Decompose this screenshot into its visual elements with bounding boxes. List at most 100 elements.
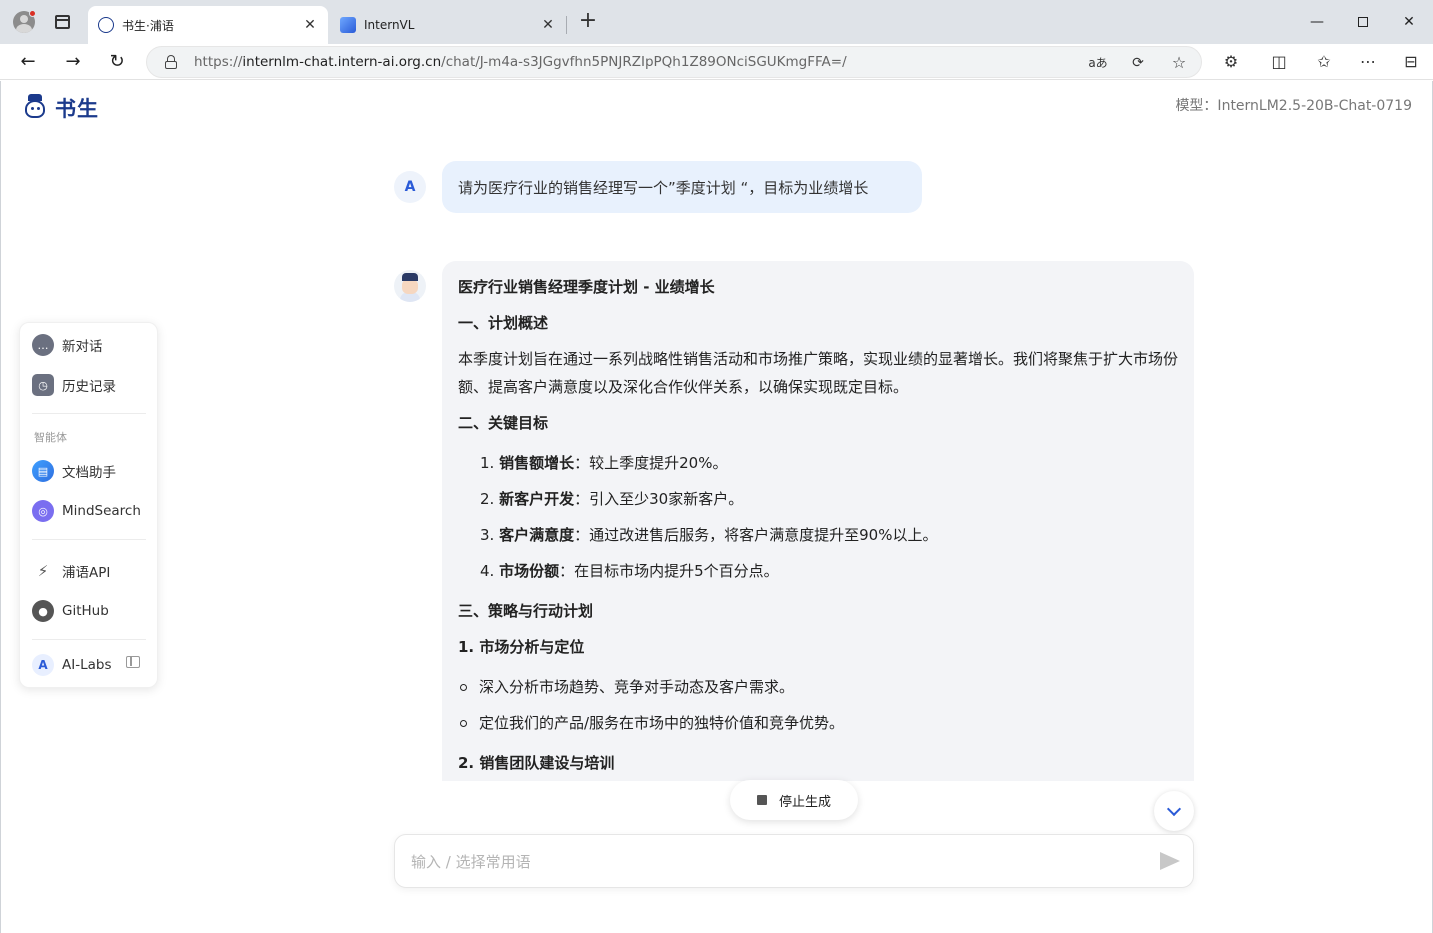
stop-generating-label: 停止生成 [778,794,831,810]
send-icon[interactable] [1160,852,1180,870]
tab-title: 书生·浦语 [122,18,174,33]
reload-icon[interactable]: ↻ [103,48,131,76]
stop-square-icon [756,795,767,805]
chat-input[interactable] [411,849,1131,875]
chat-bubble-icon: … [32,334,54,356]
sidebar-item-github[interactable]: ● GitHub [32,597,152,625]
response-section-heading: 二、关键目标 [458,414,549,432]
sidebar-divider [32,413,146,414]
sidebar-item-label: 新对话 [62,339,103,355]
internvl-favicon-icon [340,17,356,33]
response-paragraph: 本季度计划旨在通过一系列战略性销售活动和市场推广策略，实现业绩的显著增长。我们将… [458,350,1179,396]
goal-bold: 新客户开发 [499,490,575,508]
tab-separator [566,16,567,34]
sidebar-toggle-icon[interactable]: ⊟ [1398,49,1424,75]
goal-number: 4. [480,562,495,580]
goal-list-item: 1. 销售额增长：较上季度提升20%。 [480,451,727,475]
goal-number: 3. [480,526,495,544]
mindsearch-icon: ◎ [32,500,54,522]
window-maximize-icon[interactable] [1340,8,1386,36]
lock-icon[interactable] [165,55,177,69]
back-arrow-icon[interactable]: ← [14,48,42,76]
browser-tab-bar: 书生·浦语 ✕ InternVL ✕ + — ✕ [0,0,1433,44]
logo[interactable]: 书生 [21,93,99,123]
extensions-icon[interactable]: ⚙ [1218,49,1244,75]
sidebar-item-label: GitHub [62,603,109,619]
chat-input-box [394,834,1194,888]
response-title: 医疗行业销售经理季度计划 - 业绩增长 [458,278,715,296]
favorites-icon[interactable]: ✩ [1311,49,1337,75]
tab-internvl[interactable]: InternVL ✕ [330,6,566,44]
scroll-to-bottom-button[interactable] [1154,791,1194,831]
window-close-icon[interactable]: ✕ [1386,8,1432,36]
bullet-list-item: 深入分析市场趋势、竞争对手动态及客户需求。 [460,675,794,699]
goal-list-item: 3. 客户满意度：通过改进售后服务，将客户满意度提升至90%以上。 [480,523,937,547]
response-section-heading: 三、策略与行动计划 [458,602,594,620]
sidebar-item-api[interactable]: ⚡ 浦语API [32,557,152,585]
goal-text: ：引入至少30家新客户。 [574,490,744,508]
sidebar-divider [32,639,146,640]
goal-bold: 销售额增长 [499,454,575,472]
sidebar-item-label: MindSearch [62,503,141,519]
split-screen-icon[interactable]: ◫ [1266,49,1292,75]
goal-list-item: 4. 市场份额：在目标市场内提升5个百分点。 [480,559,779,583]
floating-sidebar: … 新对话 ◷ 历史记录 智能体 ▤ 文档助手 ◎ MindSearch ⚡ 浦… [19,322,158,688]
sidebar-collapse-icon[interactable] [126,656,140,668]
browser-toolbar: ← → ↻ https://internlm-chat.intern-ai.or… [0,44,1433,80]
goal-text: ：在目标市场内提升5个百分点。 [559,562,779,580]
tab-title: InternVL [364,18,415,32]
goal-bold: 市场份额 [499,562,560,580]
plug-icon: ⚡ [37,562,49,580]
response-section-heading: 一、计划概述 [458,314,549,332]
sidebar-item-new-chat[interactable]: … 新对话 [32,331,152,359]
goal-text: ：较上季度提升20%。 [574,454,728,472]
address-bar[interactable]: https://internlm-chat.intern-ai.org.cn/c… [146,46,1202,78]
tab-actions-icon[interactable] [50,10,74,34]
sidebar-item-mindsearch[interactable]: ◎ MindSearch [32,497,152,525]
tab-close-icon[interactable]: ✕ [302,17,318,33]
response-subheading: 2. 销售团队建设与培训 [458,754,615,772]
profile-icon[interactable] [12,10,36,34]
user-message-avatar: A [394,171,426,203]
more-options-icon[interactable]: ⋯ [1355,49,1381,75]
favorite-star-icon[interactable]: ☆ [1168,52,1190,74]
goal-number: 2. [480,490,495,508]
bullet-text: 深入分析市场趋势、竞争对手动态及客户需求。 [479,678,795,696]
read-aloud-icon[interactable]: aあ [1087,52,1109,74]
history-icon: ◷ [32,374,54,396]
shusheng-favicon-icon [98,17,114,33]
sidebar-section-title: 智能体 [34,431,67,444]
immersive-reader-icon[interactable]: ⟳ [1127,52,1149,74]
goal-bold: 客户满意度 [499,526,575,544]
url-path: /chat/J-m4a-s3JGgvfhn5PNJRZIpPQh1Z89ONci… [441,54,847,70]
github-icon: ● [32,600,54,622]
sidebar-item-doc-assistant[interactable]: ▤ 文档助手 [32,457,152,485]
window-minimize-icon[interactable]: — [1294,8,1340,36]
new-tab-icon[interactable]: + [576,10,600,34]
assistant-message-bubble: 医疗行业销售经理季度计划 - 业绩增长 一、计划概述 本季度计划旨在通过一系列战… [442,261,1194,781]
url-text[interactable]: https://internlm-chat.intern-ai.org.cn/c… [194,54,847,70]
bullet-text: 定位我们的产品/服务在市场中的独特价值和竞争优势。 [479,714,845,732]
sidebar-divider [32,539,146,540]
forward-arrow-icon[interactable]: → [59,48,87,76]
tab-close-icon[interactable]: ✕ [540,17,556,33]
bullet-circle-icon [460,719,467,727]
stop-generating-button[interactable]: 停止生成 [730,780,858,820]
user-avatar: A [32,654,54,676]
assistant-avatar [394,270,426,302]
tab-shusheng[interactable]: 书生·浦语 ✕ [88,6,328,44]
goal-list-item: 2. 新客户开发：引入至少30家新客户。 [480,487,743,511]
url-host: internlm-chat.intern-ai.org.cn [242,54,442,70]
goal-number: 1. [480,454,495,472]
model-label[interactable]: 模型：InternLM2.5-20B-Chat-0719 [1175,95,1412,115]
sidebar-item-history[interactable]: ◷ 历史记录 [32,371,152,399]
page-content: 书生 模型：InternLM2.5-20B-Chat-0719 … 新对话 ◷ … [0,81,1433,933]
document-assistant-icon: ▤ [32,460,54,482]
logo-text: 书生 [55,97,99,121]
user-message-text: 请为医疗行业的销售经理写一个”季度计划 “，目标为业绩增长 [458,178,869,197]
user-name: AI-Labs [62,657,112,673]
chevron-down-icon [1166,801,1182,816]
sidebar-item-label: 历史记录 [62,379,116,395]
goal-text: ：通过改进售后服务，将客户满意度提升至90%以上。 [574,526,938,544]
shusheng-logo-icon [21,94,49,122]
